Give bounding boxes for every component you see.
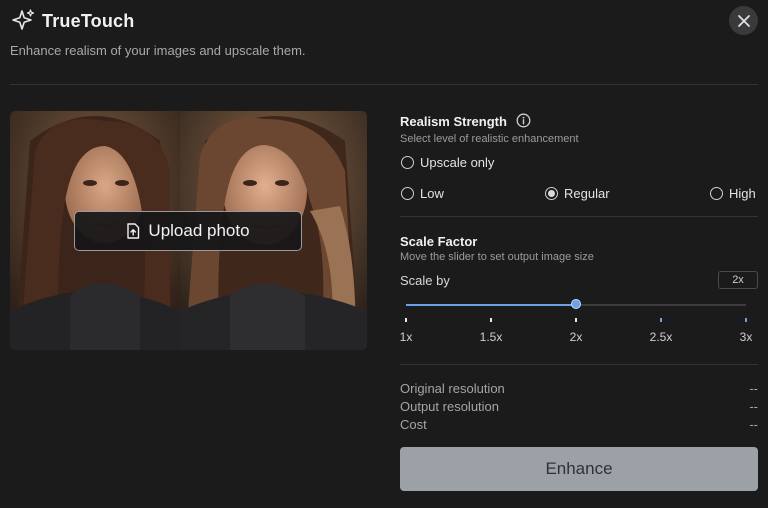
output-resolution-value: -- (749, 399, 758, 414)
cost-row: Cost -- (400, 417, 758, 432)
info-icon[interactable] (516, 113, 531, 128)
scale-factor-title: Scale Factor (400, 234, 478, 249)
realism-strength-subtitle: Select level of realistic enhancement (400, 133, 579, 145)
scale-factor-subtitle: Move the slider to set output image size (400, 251, 594, 263)
scale-tick-mark (660, 318, 662, 322)
scale-tick-label: 2x (569, 330, 583, 344)
radio-label: High (729, 186, 756, 201)
radio-high[interactable]: High (710, 186, 756, 201)
upload-photo-label: Upload photo (148, 221, 250, 240)
output-resolution-label: Output resolution (400, 399, 500, 414)
scale-tick-mark (405, 318, 407, 322)
scale-tick-mark (575, 318, 577, 322)
scale-tick-label: 1.5x (479, 330, 503, 344)
app-title: TrueTouch (42, 10, 135, 31)
section-divider (400, 216, 758, 217)
radio-regular[interactable]: Regular (545, 186, 610, 201)
radio-label: Low (420, 186, 444, 201)
scale-slider-thumb[interactable] (571, 299, 581, 309)
scale-tick-label: 2.5x (649, 330, 673, 344)
scale-tick-label: 3x (739, 330, 753, 344)
app-header: TrueTouch (10, 8, 134, 34)
radio-indicator (401, 156, 414, 169)
realism-strength-title: Realism Strength (400, 114, 507, 129)
scale-tick-mark (745, 318, 747, 322)
file-upload-icon (127, 223, 140, 239)
radio-low[interactable]: Low (401, 186, 444, 201)
section-divider (400, 364, 758, 365)
scale-slider-fill (406, 304, 576, 306)
radio-indicator-selected (545, 187, 558, 200)
radio-label: Upscale only (420, 155, 495, 170)
radio-indicator (710, 187, 723, 200)
original-resolution-label: Original resolution (400, 381, 505, 396)
upload-photo-button[interactable]: Upload photo (74, 211, 302, 251)
scale-tick-mark (490, 318, 492, 322)
header-divider (10, 84, 758, 85)
original-resolution-row: Original resolution -- (400, 381, 758, 396)
radio-label: Regular (564, 186, 610, 201)
scale-value-badge: 2x (718, 271, 758, 289)
sparkles-icon (12, 9, 35, 30)
close-button[interactable] (729, 6, 758, 35)
radio-upscale-only[interactable]: Upscale only (401, 155, 494, 170)
cost-value: -- (749, 417, 758, 432)
app-subtitle: Enhance realism of your images and upsca… (10, 43, 306, 58)
radio-indicator (401, 187, 414, 200)
enhance-button[interactable]: Enhance (400, 447, 758, 491)
original-resolution-value: -- (749, 381, 758, 396)
output-resolution-row: Output resolution -- (400, 399, 758, 414)
scale-tick-label: 1x (399, 330, 413, 344)
cost-label: Cost (400, 417, 427, 432)
close-icon (737, 14, 750, 27)
scale-by-label: Scale by (400, 273, 450, 288)
